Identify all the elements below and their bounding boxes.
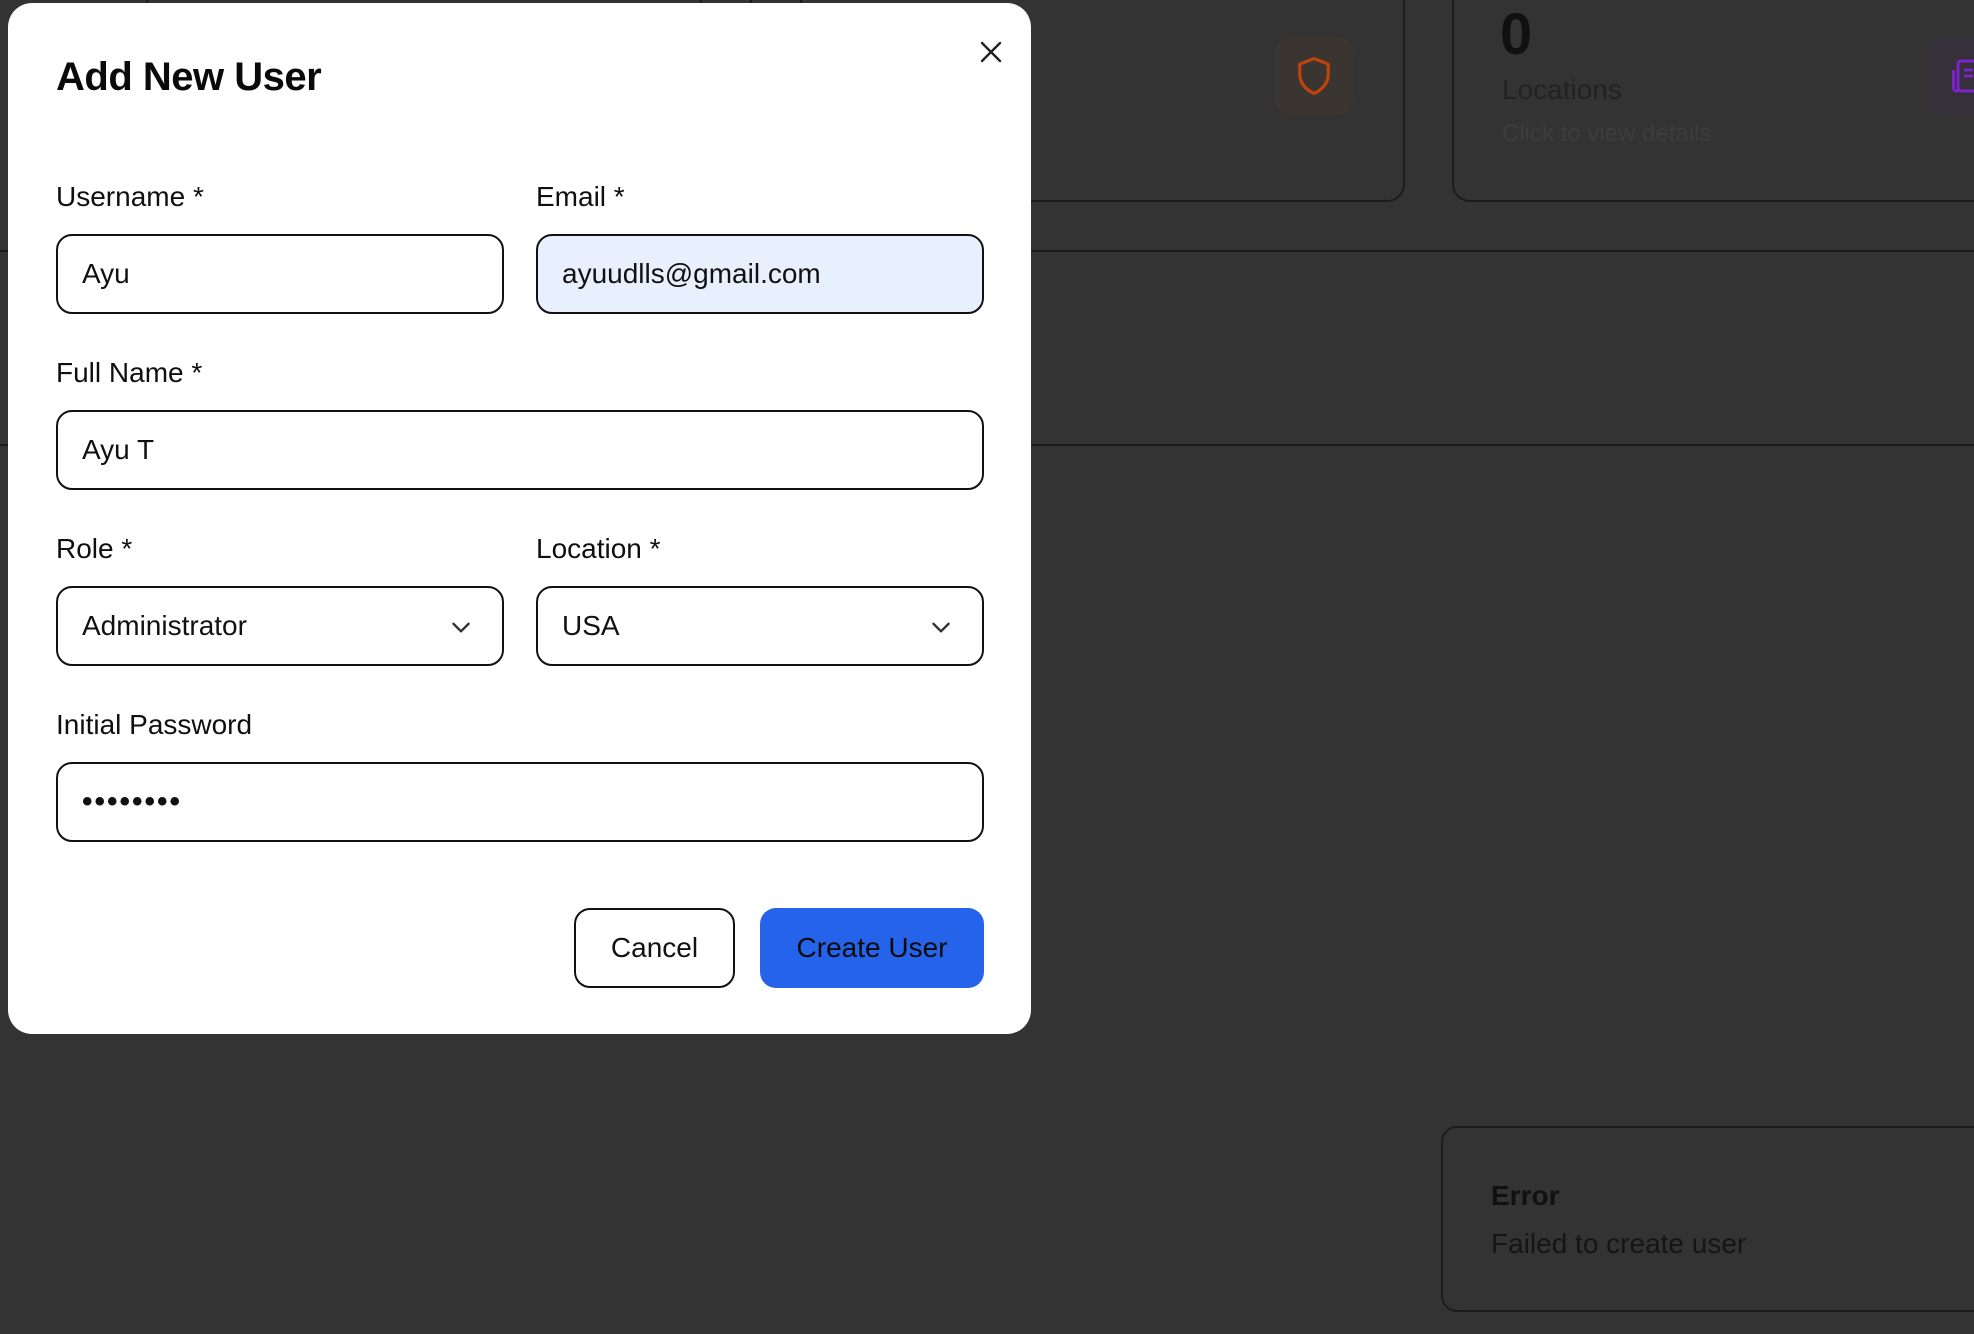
role-label: Role *	[56, 533, 133, 564]
cancel-button[interactable]: Cancel	[574, 908, 735, 988]
stat-label: Locations	[1502, 74, 1622, 105]
username-input[interactable]: Ayu	[56, 234, 504, 314]
email-value: ayuudlls@gmail.com	[562, 258, 821, 289]
full-name-label: Full Name *	[56, 357, 203, 388]
close-icon	[980, 41, 1002, 63]
stat-value: 0	[1500, 2, 1533, 67]
dialog-title: Add New User	[56, 55, 322, 99]
add-user-dialog: Add New User Username * Ayu Email * ayuu…	[8, 3, 1031, 1034]
role-value: Administrator	[82, 610, 247, 641]
email-label: Email *	[536, 181, 625, 212]
location-select[interactable]: USA	[536, 586, 984, 666]
full-name-input[interactable]: Ayu T	[56, 410, 984, 490]
shield-icon	[1275, 37, 1353, 115]
password-label: Initial Password	[56, 709, 253, 740]
location-value: USA	[562, 610, 620, 641]
error-toast: Error Failed to create user	[1441, 1126, 1974, 1312]
close-button[interactable]	[966, 27, 1016, 77]
document-icon	[1928, 37, 1974, 115]
chevron-down-icon	[932, 622, 950, 633]
chevron-down-icon	[452, 622, 470, 633]
role-select[interactable]: Administrator	[56, 586, 504, 666]
username-value: Ayu	[82, 258, 130, 289]
toast-message: Failed to create user	[1491, 1228, 1747, 1259]
full-name-value: Ayu T	[82, 434, 155, 465]
email-input[interactable]: ayuudlls@gmail.com	[536, 234, 984, 314]
password-value: ••••••••	[82, 785, 183, 818]
toast-title: Error	[1491, 1180, 1560, 1211]
location-label: Location *	[536, 533, 661, 564]
password-input[interactable]: ••••••••	[56, 762, 984, 842]
create-user-button[interactable]: Create User	[760, 908, 984, 988]
stat-hint: Click to view details	[1502, 120, 1712, 147]
username-label: Username *	[56, 181, 204, 212]
